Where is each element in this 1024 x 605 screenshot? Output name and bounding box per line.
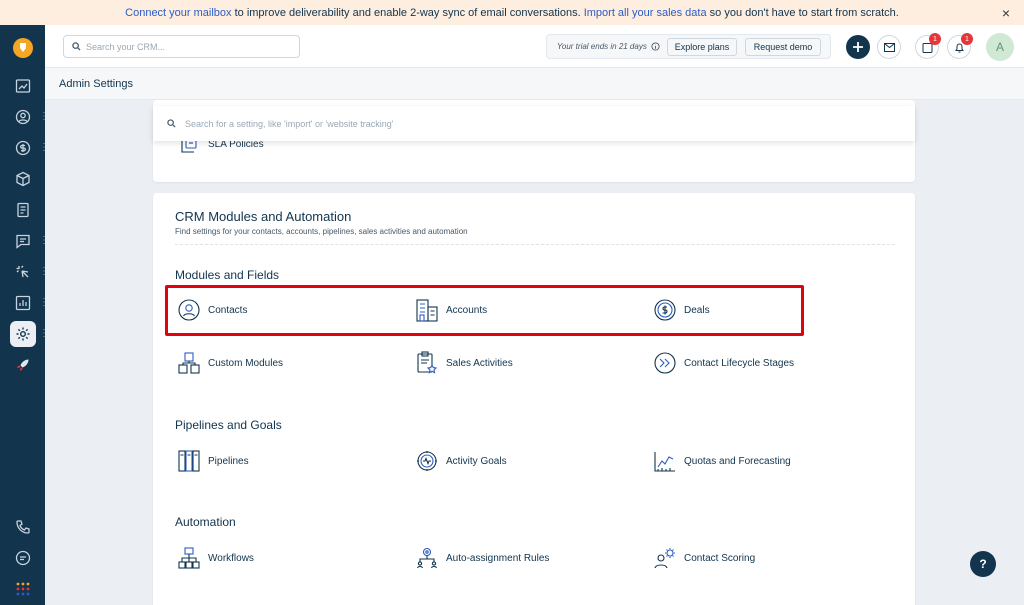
divider	[175, 244, 895, 245]
sales-activities-label: Sales Activities	[446, 357, 513, 369]
contact-lifecycle-stages-label: Contact Lifecycle Stages	[684, 357, 795, 369]
contact-scoring-icon	[654, 548, 675, 569]
more-dots-icon[interactable]: ⋮	[39, 298, 49, 308]
more-dots-icon[interactable]: ⋮	[39, 143, 49, 153]
modules-and-fields-title: Modules and Fields	[175, 268, 280, 282]
activities-badge: 1	[929, 33, 941, 45]
automation-title: Automation	[175, 515, 236, 529]
marketing-nav-icon[interactable]	[10, 259, 36, 285]
help-button[interactable]: ?	[970, 551, 996, 577]
pipeline-icon	[178, 450, 200, 472]
notifications-button[interactable]: 1	[947, 33, 973, 59]
crm-modules-card	[153, 193, 915, 605]
apps-grid-icon[interactable]	[10, 576, 36, 602]
more-dots-icon[interactable]: ⋮	[39, 112, 49, 122]
sidebar: ⋮ ⋮ ⋮ ⋮ ⋮ ⋮	[0, 25, 49, 605]
workflows-item[interactable]: Workflows	[178, 545, 254, 571]
settings-nav-icon[interactable]	[10, 321, 36, 347]
workflows-label: Workflows	[208, 552, 254, 564]
trial-text: Your trial ends in 21 days	[557, 42, 647, 51]
notifications-badge: 1	[961, 33, 973, 45]
add-button[interactable]	[846, 35, 870, 59]
chat-icon[interactable]	[10, 545, 36, 571]
announcement-banner: Connect your mailbox to improve delivera…	[0, 0, 1024, 25]
rocket-icon[interactable]	[10, 352, 36, 378]
admin-settings-header: Admin Settings	[45, 68, 1024, 100]
request-demo-button[interactable]: Request demo	[745, 38, 821, 56]
deals-nav-icon[interactable]	[10, 135, 36, 161]
highlight-box	[165, 285, 804, 336]
quotas-and-forecasting-item[interactable]: Quotas and Forecasting	[654, 448, 791, 474]
activities-button[interactable]: 1	[915, 33, 941, 59]
auto-assignment-rules-label: Auto-assignment Rules	[446, 552, 550, 564]
assignment-icon	[416, 547, 438, 569]
workflow-icon	[178, 547, 200, 569]
banner-text-1: to improve deliverability and enable 2-w…	[231, 6, 584, 19]
contact-scoring-label: Contact Scoring	[684, 552, 756, 564]
phone-icon[interactable]	[10, 514, 36, 540]
settings-search-input[interactable]: Search for a setting, like 'import' or '…	[153, 106, 915, 141]
trend-chart-icon	[654, 452, 675, 472]
auto-assignment-rules-item[interactable]: Auto-assignment Rules	[416, 545, 549, 571]
import-data-link[interactable]: Import all your sales data	[584, 7, 707, 19]
contact-scoring-item[interactable]: Contact Scoring	[654, 545, 755, 571]
more-dots-icon[interactable]: ⋮	[39, 329, 49, 339]
card-title: CRM Modules and Automation	[175, 209, 352, 224]
page-title: Admin Settings	[59, 78, 133, 90]
search-placeholder: Search your CRM...	[86, 41, 166, 52]
search-icon	[72, 42, 81, 51]
contact-lifecycle-stages-item[interactable]: Contact Lifecycle Stages	[654, 350, 794, 376]
pipelines-item[interactable]: Pipelines	[178, 448, 249, 474]
global-search-input[interactable]: Search your CRM...	[63, 35, 300, 58]
avatar[interactable]: A	[986, 33, 1014, 61]
more-dots-icon[interactable]: ⋮	[39, 267, 49, 277]
products-nav-icon[interactable]	[10, 166, 36, 192]
dashboard-icon[interactable]	[10, 73, 36, 99]
trial-box: Your trial ends in 21 days Explore plans…	[546, 34, 831, 59]
email-button[interactable]	[877, 35, 901, 59]
search-icon	[167, 119, 176, 128]
sales-activities-item[interactable]: Sales Activities	[416, 350, 513, 376]
custom-modules-label: Custom Modules	[208, 357, 284, 369]
activity-goals-label: Activity Goals	[446, 455, 507, 467]
clipboard-star-icon	[417, 351, 438, 374]
lifecycle-icon	[654, 352, 676, 374]
documents-nav-icon[interactable]	[10, 197, 36, 223]
info-icon[interactable]	[651, 42, 660, 51]
card-subtitle: Find settings for your contacts, account…	[175, 227, 468, 236]
explore-plans-button[interactable]: Explore plans	[667, 38, 737, 56]
pipelines-label: Pipelines	[208, 455, 249, 467]
activity-goals-item[interactable]: Activity Goals	[416, 448, 507, 474]
settings-search-placeholder: Search for a setting, like 'import' or '…	[185, 118, 394, 129]
close-banner-button[interactable]: ×	[1002, 5, 1010, 21]
conversations-nav-icon[interactable]	[10, 228, 36, 254]
pipelines-and-goals-title: Pipelines and Goals	[175, 418, 282, 432]
blocks-icon	[178, 352, 200, 374]
banner-text-2: so you don't have to start from scratch.	[706, 6, 899, 19]
connect-mailbox-link[interactable]: Connect your mailbox	[125, 7, 231, 19]
custom-modules-item[interactable]: Custom Modules	[178, 350, 283, 376]
mail-icon	[883, 42, 895, 52]
top-bar: Search your CRM... Your trial ends in 21…	[45, 25, 1024, 68]
logo-icon[interactable]	[10, 35, 36, 61]
quotas-and-forecasting-label: Quotas and Forecasting	[684, 455, 791, 467]
reports-nav-icon[interactable]	[10, 290, 36, 316]
target-icon	[417, 451, 437, 471]
contacts-nav-icon[interactable]	[10, 104, 36, 130]
plus-icon	[853, 42, 863, 52]
more-dots-icon[interactable]: ⋮	[39, 236, 49, 246]
